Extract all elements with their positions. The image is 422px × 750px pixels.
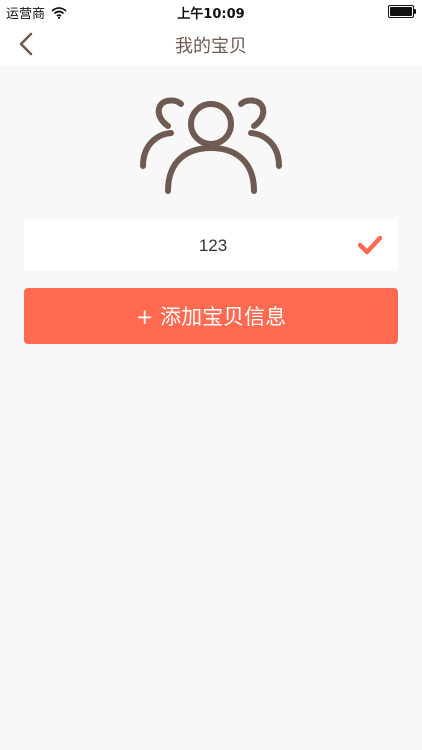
users-group-icon [138,96,284,196]
status-left: 运营商 [6,3,67,22]
page-title: 我的宝贝 [175,36,247,57]
wifi-icon [51,6,67,19]
status-bar: 运营商 上午10:09 [0,0,422,22]
carrier-label: 运营商 [6,7,46,22]
add-child-info-button[interactable]: + 添加宝贝信息 [24,288,398,344]
child-name-row [24,219,402,273]
navigation-bar: 我的宝贝 [0,22,422,66]
status-time: 上午10:09 [177,7,245,22]
battery-icon [388,5,416,18]
check-icon[interactable] [358,234,382,256]
child-name-input[interactable] [24,219,402,273]
